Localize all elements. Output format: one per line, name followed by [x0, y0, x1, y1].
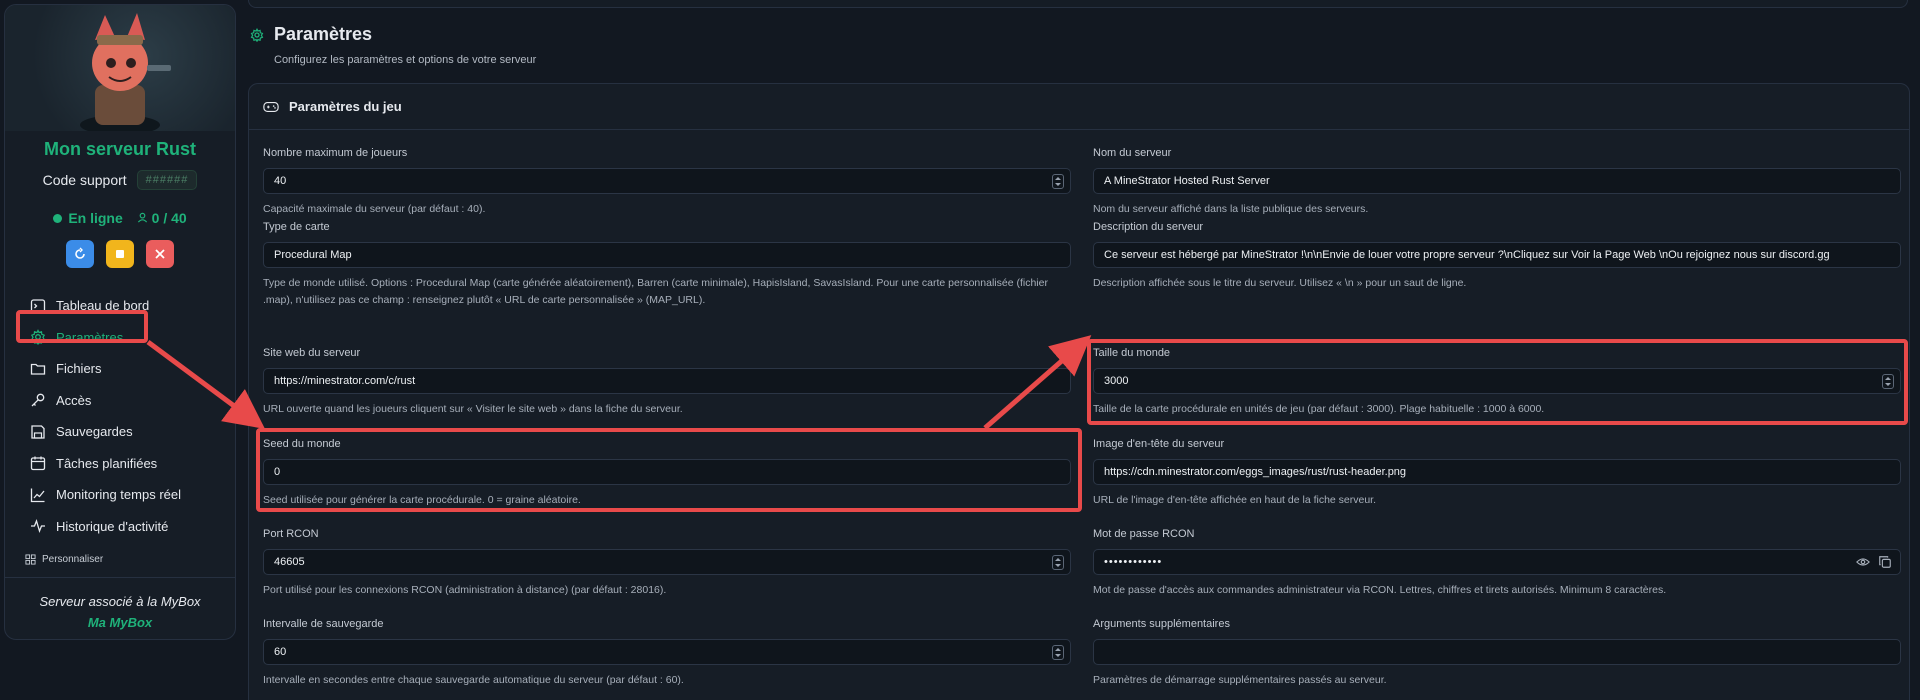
eye-icon[interactable]	[1856, 555, 1870, 569]
online-dot-icon	[53, 214, 63, 223]
extra-args-input[interactable]	[1093, 639, 1901, 665]
header-image-input[interactable]: https://cdn.minestrator.com/eggs_images/…	[1093, 459, 1901, 485]
highlight-settings-nav	[16, 310, 148, 343]
status-row: En ligne 0 / 40	[5, 210, 235, 226]
save-icon	[31, 425, 45, 439]
folder-icon	[30, 363, 46, 375]
card-header: Paramètres du jeu	[249, 84, 1909, 130]
chart-line-icon	[30, 488, 45, 502]
map-type-field: Type de carte Procedural Map Type de mon…	[263, 221, 1071, 309]
server-name-field: Nom du serveur A MineStrator Hosted Rust…	[1093, 147, 1901, 218]
description-field: Description du serveur Ce serveur est hé…	[1093, 221, 1901, 292]
activity-icon	[31, 519, 45, 534]
website-input[interactable]: https://minestrator.com/c/rust	[263, 368, 1071, 394]
rcon-port-field: Port RCON 46605 Port utilisé pour les co…	[263, 528, 1071, 599]
website-field: Site web du serveur https://minestrator.…	[263, 347, 1071, 418]
restart-button[interactable]	[66, 240, 94, 268]
sidebar-divider	[5, 577, 235, 578]
status-badge: En ligne	[53, 210, 123, 226]
gear-icon	[250, 27, 264, 42]
server-name-input[interactable]: A MineStrator Hosted Rust Server	[1093, 168, 1901, 194]
description-input[interactable]: Ce serveur est hébergé par MineStrator !…	[1093, 242, 1901, 268]
save-interval-field: Intervalle de sauvegarde 60 Intervalle e…	[263, 618, 1071, 689]
number-stepper-icon[interactable]	[1052, 645, 1064, 660]
stop-icon	[116, 250, 124, 258]
max-players-field: Nombre maximum de joueurs 40 Capacité ma…	[263, 147, 1071, 218]
key-icon	[31, 393, 45, 407]
copy-icon[interactable]	[1878, 555, 1892, 569]
header-image-field: Image d'en-tête du serveur https://cdn.m…	[1093, 438, 1901, 509]
stop-button[interactable]	[106, 240, 134, 268]
mybox-text: Serveur associé à la MyBox	[39, 594, 201, 609]
support-code[interactable]: ######	[136, 170, 198, 190]
page-subtitle: Configurez les paramètres et options de …	[274, 54, 537, 66]
rcon-password-input[interactable]: ••••••••••••	[1093, 549, 1901, 575]
player-count: 0 / 40	[137, 210, 187, 226]
customize-button[interactable]: Personnaliser	[5, 554, 235, 565]
rcon-password-field: Mot de passe RCON •••••••••••• Mot de pa…	[1093, 528, 1901, 599]
gamepad-icon	[263, 101, 279, 112]
power-actions	[5, 240, 235, 268]
support-label: Code support	[42, 172, 127, 188]
server-avatar	[5, 5, 235, 131]
server-name: Mon serveur Rust	[43, 139, 197, 159]
rcon-port-input[interactable]: 46605	[263, 549, 1071, 575]
grid-icon	[25, 554, 36, 565]
support-code-row: Code support ######	[5, 170, 235, 190]
mybox-section: Serveur associé à la MyBox Ma MyBox	[5, 594, 235, 630]
save-interval-input[interactable]: 60	[263, 639, 1071, 665]
top-panel-edge	[248, 0, 1908, 8]
max-players-input[interactable]: 40	[263, 168, 1071, 194]
extra-args-field: Arguments supplémentaires Paramètres de …	[1093, 618, 1901, 689]
map-type-input[interactable]: Procedural Map	[263, 242, 1071, 268]
highlight-seed-field	[256, 428, 1082, 512]
sidebar-item-files[interactable]: Fichiers	[5, 353, 235, 385]
close-icon	[155, 249, 165, 259]
sidebar-item-activity[interactable]: Historique d'activité	[5, 511, 235, 543]
number-stepper-icon[interactable]	[1052, 174, 1064, 189]
number-stepper-icon[interactable]	[1052, 555, 1064, 570]
user-icon	[137, 212, 147, 223]
sidebar-item-backups[interactable]: Sauvegardes	[5, 416, 235, 448]
sidebar-item-access[interactable]: Accès	[5, 385, 235, 417]
sidebar-item-schedules[interactable]: Tâches planifiées	[5, 448, 235, 480]
highlight-world-size-field	[1087, 339, 1908, 425]
kill-button[interactable]	[146, 240, 174, 268]
page-header: Paramètres Configurez les paramètres et …	[250, 24, 536, 66]
calendar-icon	[30, 456, 46, 471]
page-title: Paramètres	[250, 24, 536, 45]
sidebar-item-monitoring[interactable]: Monitoring temps réel	[5, 479, 235, 511]
mybox-link[interactable]: Ma MyBox	[5, 615, 235, 630]
restart-icon	[75, 247, 85, 259]
